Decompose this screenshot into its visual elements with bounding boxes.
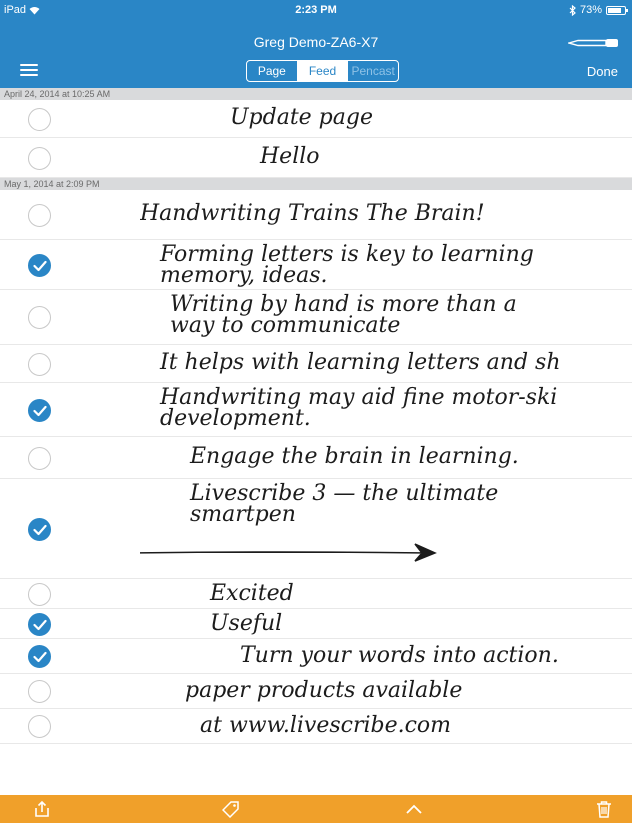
bluetooth-icon [569, 4, 576, 16]
nav-bar: Greg Demo-ZA6-X7 Page Feed Pencast Done [0, 20, 632, 88]
handwriting-note: Writing by hand is more than a way to com… [140, 290, 632, 344]
battery-icon [606, 5, 628, 15]
feed-row[interactable]: at www.livescribe.com [0, 709, 632, 744]
handwriting-note: Update page [140, 100, 632, 137]
segment-page[interactable]: Page [247, 61, 298, 81]
empty-circle-icon[interactable] [28, 204, 51, 227]
smartpen-icon[interactable] [568, 36, 620, 50]
note-line: Hello [260, 144, 320, 169]
feed-row[interactable]: Turn your words into action. [0, 639, 632, 674]
handwriting-note: Useful [140, 609, 632, 638]
menu-icon[interactable] [20, 64, 38, 77]
note-line: Engage the brain in learning. [190, 444, 519, 469]
feed-row[interactable]: Forming letters is key to learning memory… [0, 240, 632, 290]
note-line: Update page [230, 105, 373, 130]
handwriting-note: Forming letters is key to learning memory… [140, 240, 632, 289]
handwriting-note: at www.livescribe.com [140, 709, 632, 743]
feed-row[interactable]: Excited [0, 579, 632, 609]
feed-row[interactable]: It helps with learning letters and sh [0, 345, 632, 383]
empty-circle-icon[interactable] [28, 108, 51, 131]
note-line: Handwriting Trains The Brain! [140, 201, 485, 226]
done-button[interactable]: Done [587, 64, 618, 79]
segment-feed[interactable]: Feed [297, 61, 349, 81]
handwriting-note: Excited [140, 579, 632, 608]
notebook-title: Greg Demo-ZA6-X7 [253, 34, 379, 50]
checkmark-circle-icon[interactable] [28, 613, 51, 636]
tag-icon[interactable] [221, 800, 240, 819]
feed-row[interactable]: Handwriting may aid fine motor-ski develo… [0, 383, 632, 437]
feed-row[interactable]: Handwriting Trains The Brain! [0, 190, 632, 240]
empty-circle-icon[interactable] [28, 306, 51, 329]
bottom-toolbar [0, 795, 632, 823]
empty-circle-icon[interactable] [28, 715, 51, 738]
handwriting-note: Handwriting Trains The Brain! [140, 190, 632, 239]
handwriting-note: paper products available [140, 674, 632, 708]
checkmark-circle-icon[interactable] [28, 399, 51, 422]
checkmark-circle-icon[interactable] [28, 645, 51, 668]
empty-circle-icon[interactable] [28, 680, 51, 703]
feed-row[interactable]: Useful [0, 609, 632, 639]
section-date-header: April 24, 2014 at 10:25 AM [0, 88, 632, 100]
chevron-up-icon[interactable] [405, 800, 423, 818]
handwriting-note: Hello [140, 138, 632, 177]
status-time: 2:23 PM [295, 4, 337, 16]
note-line: It helps with learning letters and sh [160, 350, 561, 375]
section-date-header: May 1, 2014 at 2:09 PM [0, 178, 632, 190]
feed-list[interactable]: April 24, 2014 at 10:25 AM Update page Hel… [0, 88, 632, 795]
status-bar: iPad 2:23 PM 73% [0, 0, 632, 20]
empty-circle-icon[interactable] [28, 353, 51, 376]
empty-circle-icon[interactable] [28, 147, 51, 170]
handwriting-note: Turn your words into action. [140, 639, 632, 673]
note-line: Turn your words into action. [240, 643, 559, 668]
checkmark-circle-icon[interactable] [28, 254, 51, 277]
status-right: 73% [569, 4, 628, 16]
trash-icon[interactable] [595, 800, 613, 818]
segment-pencast: Pencast [351, 64, 395, 78]
share-icon[interactable] [33, 800, 51, 818]
battery-percent: 73% [579, 4, 602, 16]
checkmark-circle-icon[interactable] [28, 518, 51, 541]
handwriting-note: Livescribe 3 — the ultimate smartpen [140, 479, 632, 578]
handwriting-note: Engage the brain in learning. [140, 437, 632, 478]
empty-circle-icon[interactable] [28, 583, 51, 606]
feed-row[interactable]: Livescribe 3 — the ultimate smartpen [0, 479, 632, 579]
handwriting-note: It helps with learning letters and sh [140, 345, 632, 382]
note-line: Excited [210, 581, 294, 606]
feed-row[interactable]: Engage the brain in learning. [0, 437, 632, 479]
note-line: at www.livescribe.com [200, 713, 452, 738]
feed-row[interactable]: Writing by hand is more than a way to com… [0, 290, 632, 345]
handwriting-note: Handwriting may aid fine motor-ski develo… [140, 383, 632, 436]
note-line: Useful [210, 611, 283, 636]
empty-circle-icon[interactable] [28, 447, 51, 470]
feed-row[interactable]: Update page [0, 100, 632, 138]
note-line: paper products available [185, 678, 463, 703]
view-mode-control: Page Feed Pencast [246, 60, 399, 82]
feed-row[interactable]: Hello [0, 138, 632, 178]
hand-drawn-arrow-icon [140, 543, 437, 562]
feed-row[interactable]: paper products available [0, 674, 632, 709]
